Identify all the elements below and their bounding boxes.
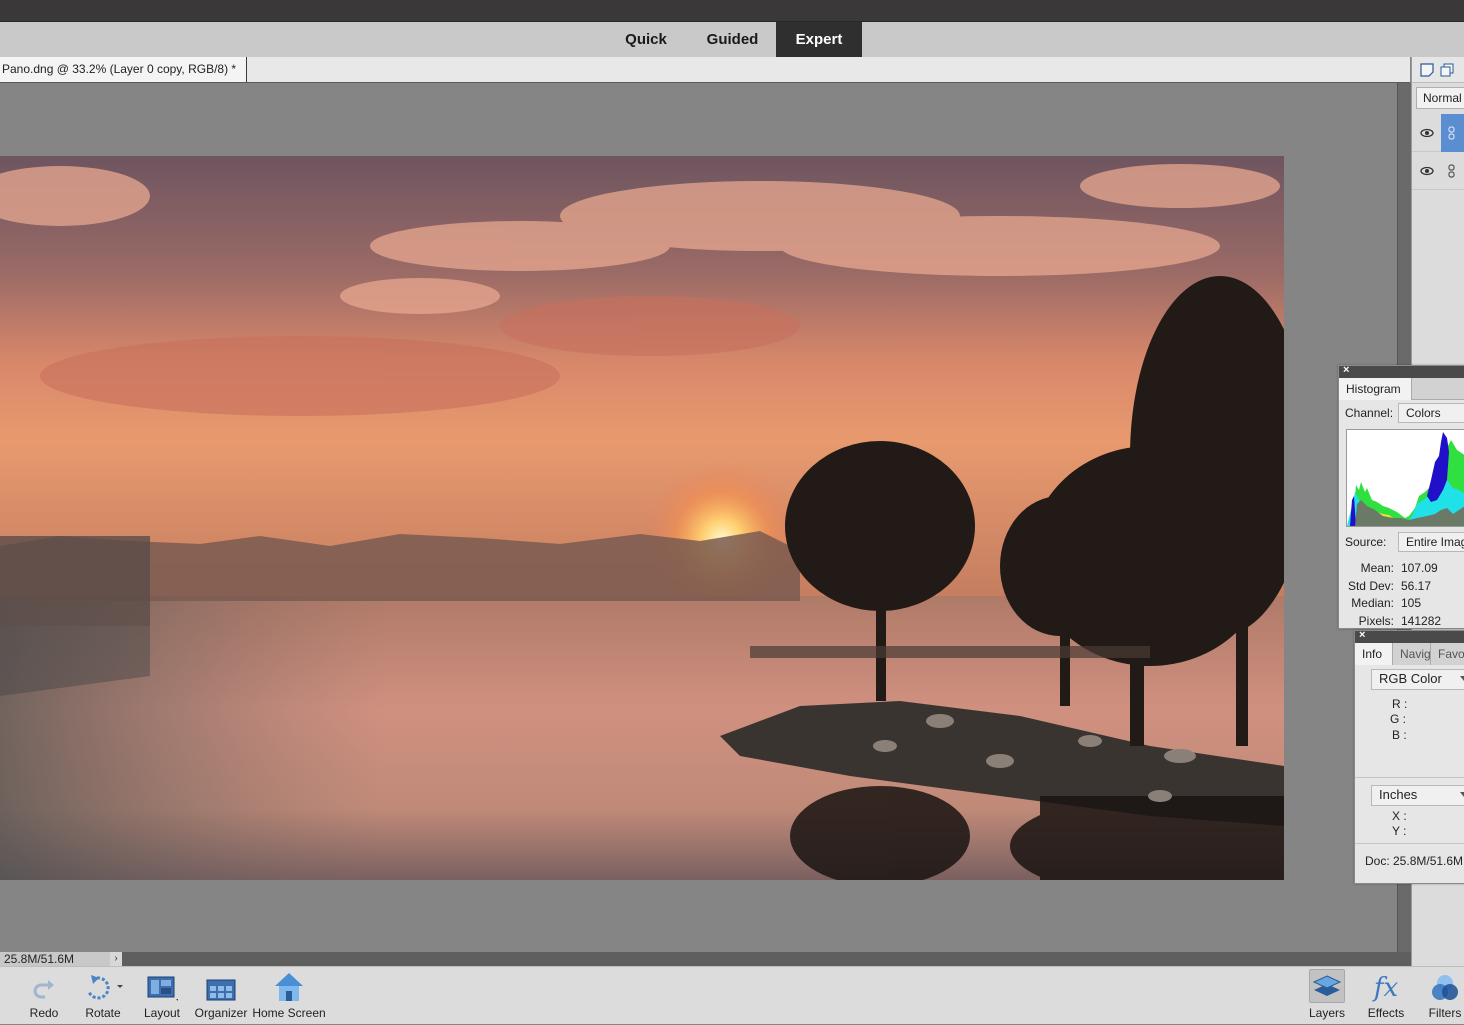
tab-navigator[interactable]: Navigator xyxy=(1393,643,1431,665)
tab-quick[interactable]: Quick xyxy=(606,22,686,57)
layout-icon xyxy=(147,976,178,1001)
x-label: X : xyxy=(1392,809,1407,823)
mean-label: Mean: xyxy=(1360,561,1394,575)
filters-label: Filters xyxy=(1428,1006,1462,1020)
median-label: Median: xyxy=(1351,596,1394,610)
redo-icon xyxy=(33,980,54,999)
channel-label: Channel: xyxy=(1345,406,1394,420)
source-value: Entire Image xyxy=(1406,535,1464,549)
layers-panel-toolbar xyxy=(1412,57,1464,83)
organizer-label: Organizer xyxy=(194,1006,248,1020)
divider xyxy=(1355,777,1464,778)
g-label: G : xyxy=(1390,712,1407,726)
r-label: R : xyxy=(1392,697,1408,711)
status-menu-arrow[interactable]: › xyxy=(110,952,122,966)
layer-link-cell xyxy=(1441,114,1464,152)
home-screen-button[interactable]: Home Screen xyxy=(252,967,326,1025)
new-group-icon[interactable] xyxy=(1440,63,1454,77)
chevron-down-icon xyxy=(1460,676,1464,681)
mode-bar: Quick Guided Expert xyxy=(0,22,1464,57)
divider xyxy=(1355,843,1464,844)
std-dev-value: 56.17 xyxy=(1401,579,1432,593)
color-mode-value: RGB Color xyxy=(1379,671,1442,686)
home-screen-label: Home Screen xyxy=(252,1006,326,1020)
effects-label: Effects xyxy=(1367,1006,1405,1020)
link-icon xyxy=(1448,164,1455,178)
units-value: Inches xyxy=(1379,787,1418,802)
status-bar: 25.8M/51.6M › xyxy=(0,952,1411,966)
close-icon[interactable]: × xyxy=(1359,629,1365,641)
home-icon xyxy=(275,973,303,1001)
doc-size-readout: 25.8M/51.6M xyxy=(0,952,110,966)
organizer-button[interactable]: Organizer xyxy=(192,967,250,1025)
sunset-lake-photo xyxy=(0,156,1284,880)
std-dev-label: Std Dev: xyxy=(1347,579,1394,593)
b-label: B : xyxy=(1392,728,1407,742)
chevron-down-icon xyxy=(1460,792,1464,797)
rotate-label: Rotate xyxy=(85,1006,121,1020)
layer-row[interactable] xyxy=(1412,114,1464,152)
source-label: Source: xyxy=(1345,535,1387,549)
document-tab-bar: Pano.dng @ 33.2% (Layer 0 copy, RGB/8) * xyxy=(0,57,1410,83)
close-icon[interactable]: × xyxy=(1343,364,1349,376)
channel-value: Colors xyxy=(1406,406,1441,420)
layout-button[interactable]: Layout xyxy=(140,967,184,1025)
redo-label: Redo xyxy=(29,1006,59,1020)
y-label: Y : xyxy=(1392,824,1407,838)
filters-icon xyxy=(1432,975,1458,1000)
tab-favorites[interactable]: Favorites xyxy=(1431,643,1464,665)
fx-icon: fx xyxy=(1373,973,1399,1003)
rotate-icon xyxy=(87,975,123,1000)
tab-expert[interactable]: Expert xyxy=(776,22,862,57)
app-title-bar xyxy=(0,0,1464,22)
layout-label: Layout xyxy=(143,1006,181,1020)
color-mode-dropdown[interactable]: RGB Color xyxy=(1371,669,1464,690)
layers-panel-button[interactable]: Layers xyxy=(1306,967,1348,1025)
tab-histogram[interactable]: Histogram xyxy=(1339,378,1412,400)
redo-button[interactable]: Redo xyxy=(20,967,68,1025)
document-tab[interactable]: Pano.dng @ 33.2% (Layer 0 copy, RGB/8) * xyxy=(0,57,247,82)
pixels-label: Pixels: xyxy=(1358,614,1394,628)
tab-guided[interactable]: Guided xyxy=(690,22,775,57)
median-value: 105 xyxy=(1401,596,1422,610)
histogram-svg xyxy=(1347,432,1464,526)
organizer-icon xyxy=(206,979,236,1001)
histogram-panel-header[interactable]: × xyxy=(1339,364,1464,378)
canvas-area[interactable] xyxy=(0,83,1397,952)
pixels-value: 141282 xyxy=(1401,614,1442,628)
layers-icon xyxy=(1313,975,1341,996)
mean-value: 107.09 xyxy=(1401,561,1438,575)
photo-canvas[interactable] xyxy=(0,156,1284,880)
layers-label: Layers xyxy=(1308,1006,1346,1020)
rotate-button[interactable]: Rotate xyxy=(78,967,128,1025)
filters-panel-button[interactable]: Filters xyxy=(1424,967,1464,1025)
info-panel: × Info Navigator Favorites RGB Color R :… xyxy=(1354,629,1464,884)
visibility-eye-icon[interactable] xyxy=(1420,164,1434,178)
histogram-panel: × Histogram Channel: Colors Source: Enti… xyxy=(1338,364,1464,629)
info-panel-header[interactable]: × xyxy=(1355,629,1464,643)
layer-row[interactable] xyxy=(1412,152,1464,190)
blend-mode-dropdown[interactable]: Normal xyxy=(1416,87,1464,109)
layer-link-cell xyxy=(1441,152,1464,190)
source-dropdown[interactable]: Entire Image xyxy=(1398,532,1464,552)
visibility-eye-icon[interactable] xyxy=(1420,126,1434,140)
units-dropdown[interactable]: Inches xyxy=(1371,785,1464,806)
doc-size-info: Doc: 25.8M/51.6M xyxy=(1365,854,1464,868)
link-icon xyxy=(1448,126,1455,140)
channel-dropdown[interactable]: Colors xyxy=(1398,403,1464,423)
new-layer-icon[interactable] xyxy=(1420,62,1434,77)
histogram-graph xyxy=(1346,429,1464,527)
bottom-taskbar: Redo Rotate Layout Organizer Home Screen… xyxy=(0,966,1464,1024)
effects-panel-button[interactable]: fx Effects xyxy=(1362,967,1410,1025)
tab-info[interactable]: Info xyxy=(1355,643,1393,665)
